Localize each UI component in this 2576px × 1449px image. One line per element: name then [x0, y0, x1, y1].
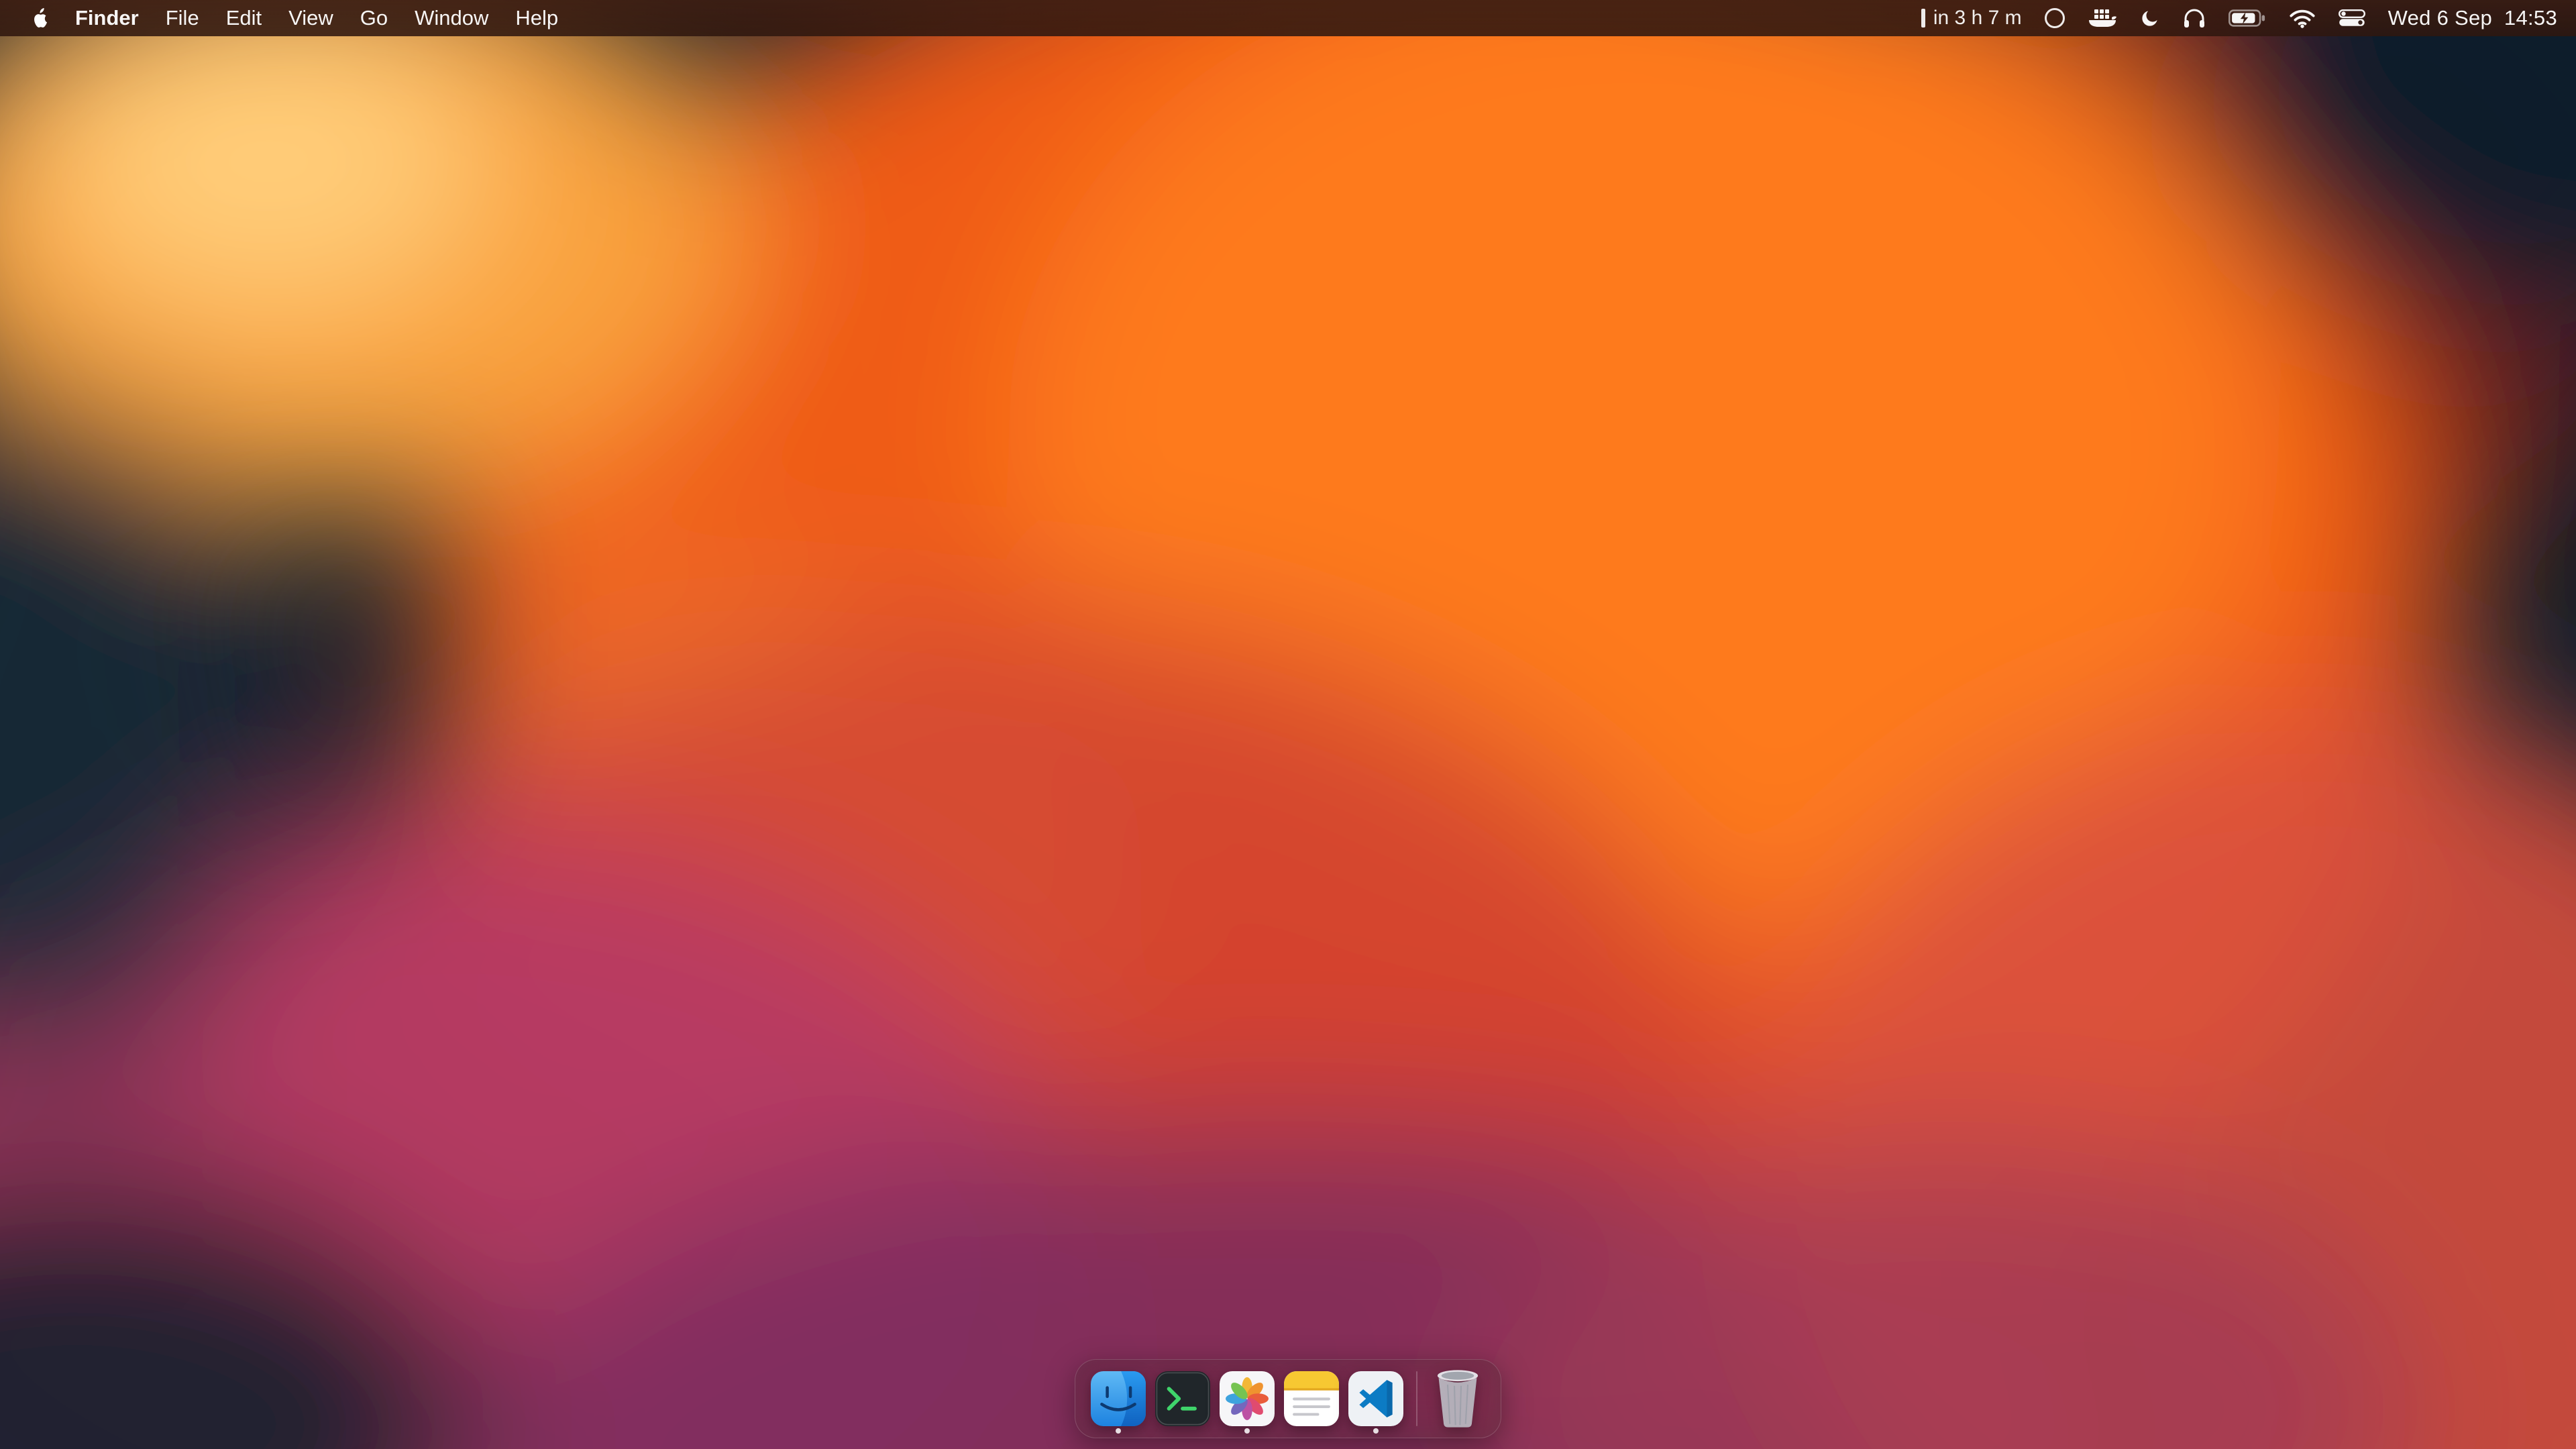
- running-indicator: [1244, 1428, 1250, 1434]
- battery-icon[interactable]: [2229, 9, 2266, 27]
- control-center-icon[interactable]: [2339, 9, 2365, 27]
- circle-status-icon[interactable]: [2045, 8, 2065, 28]
- menu-window[interactable]: Window: [415, 6, 488, 30]
- dock-item-photos[interactable]: [1215, 1360, 1279, 1438]
- timer-status[interactable]: in 3 h 7 m: [1921, 7, 2022, 30]
- desktop[interactable]: Finder File Edit View Go Window Help in …: [0, 0, 2576, 1449]
- menu-edit[interactable]: Edit: [226, 6, 262, 30]
- docker-icon[interactable]: [2088, 8, 2117, 28]
- trash-icon: [1429, 1368, 1487, 1430]
- menu-go[interactable]: Go: [360, 6, 388, 30]
- wifi-icon[interactable]: [2289, 9, 2316, 28]
- dock-item-trash[interactable]: [1426, 1360, 1490, 1438]
- notes-icon: [1284, 1371, 1339, 1426]
- apple-menu-icon[interactable]: [30, 7, 48, 29]
- menu-help[interactable]: Help: [515, 6, 558, 30]
- running-indicator: [1116, 1428, 1121, 1434]
- dock-item-notes[interactable]: [1279, 1360, 1344, 1438]
- terminal-icon: [1155, 1371, 1210, 1426]
- moon-focus-icon[interactable]: [2140, 8, 2160, 28]
- dock-separator: [1416, 1371, 1417, 1426]
- menu-bar: Finder File Edit View Go Window Help in …: [0, 0, 2576, 36]
- menu-file[interactable]: File: [166, 6, 199, 30]
- dock-item-terminal[interactable]: [1150, 1360, 1215, 1438]
- timer-bar-icon: [1921, 9, 1925, 28]
- vscode-icon: [1348, 1371, 1403, 1426]
- ring-icon: [2045, 8, 2065, 28]
- active-app-name[interactable]: Finder: [75, 6, 139, 30]
- desktop-wallpaper: [0, 0, 2576, 1449]
- timer-text: in 3 h 7 m: [1933, 7, 2022, 30]
- dock: [1075, 1359, 1501, 1438]
- dock-item-vscode[interactable]: [1344, 1360, 1408, 1438]
- running-indicator: [1373, 1428, 1379, 1434]
- headphones-icon[interactable]: [2183, 8, 2206, 28]
- menu-bar-clock[interactable]: Wed 6 Sep 14:53: [2388, 6, 2557, 30]
- dock-item-finder[interactable]: [1086, 1360, 1150, 1438]
- finder-icon: [1091, 1371, 1146, 1426]
- menu-bar-status-area: in 3 h 7 m: [1921, 6, 2557, 30]
- menu-view[interactable]: View: [288, 6, 333, 30]
- photos-icon: [1220, 1371, 1275, 1426]
- menu-bar-left: Finder File Edit View Go Window Help: [30, 6, 558, 30]
